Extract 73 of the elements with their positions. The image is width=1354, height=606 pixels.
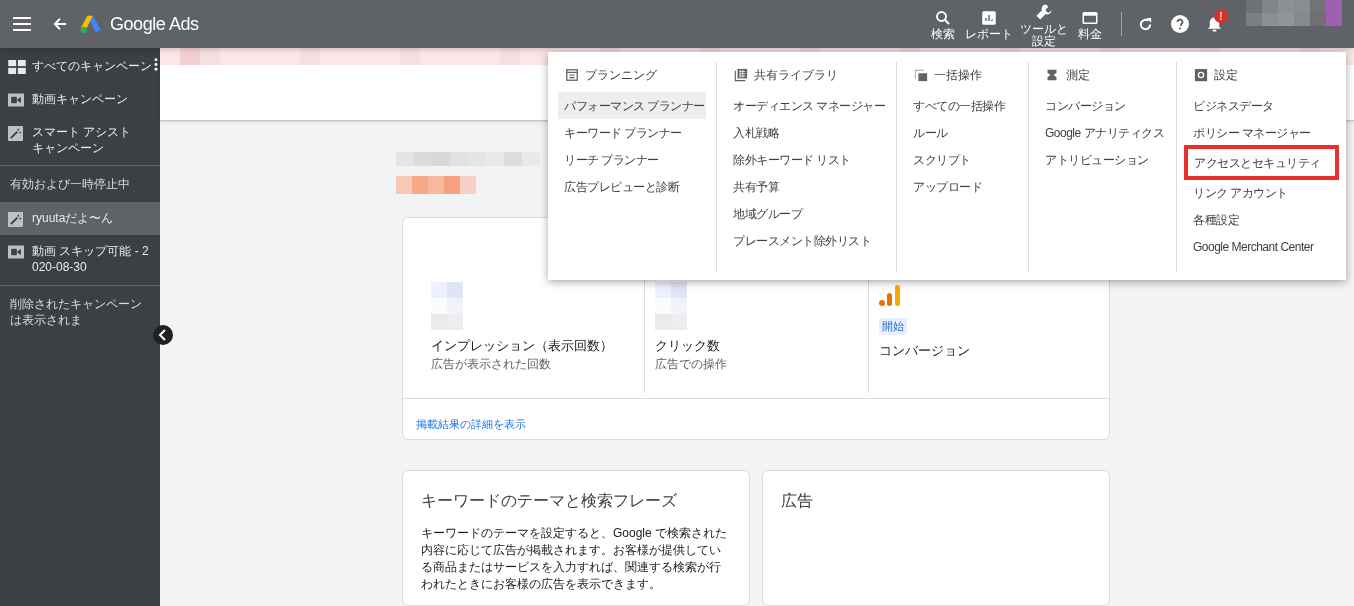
- library-grid-icon: [734, 68, 748, 82]
- menu-item[interactable]: リーチ プランナー: [558, 146, 706, 173]
- menu-item[interactable]: 地域グループ: [727, 200, 886, 227]
- menu-item[interactable]: アトリビューション: [1039, 146, 1166, 173]
- menu-icon[interactable]: [13, 17, 31, 31]
- calendar-icon: [565, 68, 579, 82]
- campaign-nav-item[interactable]: 動画 スキップ可能 - 2020-08-30: [0, 235, 160, 283]
- campaign-nav-item[interactable]: ryuutaだよ〜ん: [0, 202, 160, 235]
- refresh-icon[interactable]: [1138, 16, 1153, 32]
- menu-item[interactable]: Google アナリティクス: [1039, 119, 1166, 146]
- product-name: Google Ads: [110, 12, 199, 36]
- menu-section-title: 測定: [1066, 67, 1090, 84]
- menu-item[interactable]: ビジネスデータ: [1187, 92, 1336, 119]
- menu-item[interactable]: 各種設定: [1187, 206, 1336, 233]
- metric-caption: 広告が表示された回数: [431, 356, 551, 373]
- menu-section-title: 設定: [1214, 67, 1238, 84]
- card-description: キーワードのテーマを設定すると、Google で検索された内容に応じて広告が掲載されます。お客様が提供している商品またはサービスを入力すれば、関連する検索が行われたときにお客様の広告を表示できます。: [421, 525, 729, 593]
- magic-wand-icon: [8, 126, 26, 141]
- menu-item[interactable]: Google Merchant Center: [1187, 233, 1336, 260]
- menu-item[interactable]: ポリシー マネージャー: [1187, 119, 1336, 146]
- menu-item[interactable]: リンク アカウント: [1187, 179, 1336, 206]
- menu-item[interactable]: すべての一括操作: [907, 92, 1018, 119]
- metric-title: インプレッション（表示回数）: [431, 336, 613, 355]
- menu-item[interactable]: スクリプト: [907, 146, 1018, 173]
- campaign-nav-item[interactable]: スマート アシストキャンペーン: [0, 116, 160, 164]
- menu-section-title: 共有ライブラリ: [754, 67, 838, 84]
- menu-item[interactable]: アップロード: [907, 173, 1018, 200]
- video-camera-icon: [8, 93, 26, 107]
- menu-item[interactable]: 入札戦略: [727, 119, 886, 146]
- toolbar-button[interactable]: 検索: [925, 0, 961, 48]
- menu-item[interactable]: パフォーマンス プランナー: [558, 92, 706, 119]
- menu-item[interactable]: アクセスとセキュリティ: [1188, 149, 1335, 176]
- stacked-squares-icon: [914, 68, 928, 82]
- toolbar-button[interactable]: ツールと設定: [1017, 0, 1071, 48]
- hourglass-icon: [1046, 68, 1060, 82]
- campaign-nav-item[interactable]: すべてのキャンペーン: [0, 50, 160, 82]
- google-ads-logo-icon: [80, 14, 102, 34]
- more-options-icon[interactable]: [154, 58, 158, 71]
- menu-item[interactable]: 共有予算: [727, 173, 886, 200]
- menu-item[interactable]: ルール: [907, 119, 1018, 146]
- menu-item[interactable]: キーワード プランナー: [558, 119, 706, 146]
- toolbar-button[interactable]: レポート: [961, 0, 1017, 48]
- menu-item[interactable]: 除外キーワード リスト: [727, 146, 886, 173]
- analytics-icon: [878, 284, 901, 306]
- video-camera-icon: [8, 245, 26, 259]
- settings-icon: [1194, 68, 1208, 82]
- back-arrow-icon[interactable]: [53, 17, 67, 31]
- pixelated-value: [431, 281, 463, 330]
- grid-icon: [8, 60, 26, 74]
- metric-caption: 広告での操作: [655, 356, 728, 373]
- details-link[interactable]: 掲載結果の詳細を表示: [416, 418, 526, 430]
- status-badge: 開始: [878, 318, 907, 335]
- menu-item[interactable]: プレースメント除外リスト: [727, 227, 886, 254]
- card-title: キーワードのテーマと検索フレーズ: [421, 491, 678, 511]
- menu-section-title: 一括操作: [934, 67, 982, 84]
- sidebar-footer-note: 削除されたキャンペーンは表示されま: [10, 296, 143, 328]
- metric-title: コンバージョン: [878, 341, 970, 360]
- metric-title: クリック数: [655, 336, 721, 355]
- menu-section-title: プランニング: [585, 67, 657, 84]
- magic-wand-icon: [8, 212, 26, 227]
- help-icon[interactable]: [1171, 15, 1189, 33]
- notification-badge: !: [1214, 9, 1228, 23]
- pixelated-value: [655, 281, 688, 330]
- section-heading: 有効および一時停止中: [9, 176, 131, 193]
- menu-item[interactable]: コンバージョン: [1039, 92, 1166, 119]
- bar-chart-icon: [980, 8, 998, 27]
- search-icon: [934, 8, 952, 27]
- toolbar-button[interactable]: 料金: [1071, 0, 1109, 48]
- card-title: 広告: [781, 491, 814, 511]
- menu-item[interactable]: 広告プレビューと診断: [558, 173, 706, 200]
- collapse-button-icon[interactable]: [153, 325, 173, 345]
- campaign-nav-item[interactable]: 動画キャンペーン: [0, 83, 160, 115]
- menu-item[interactable]: オーディエンス マネージャー: [727, 92, 886, 119]
